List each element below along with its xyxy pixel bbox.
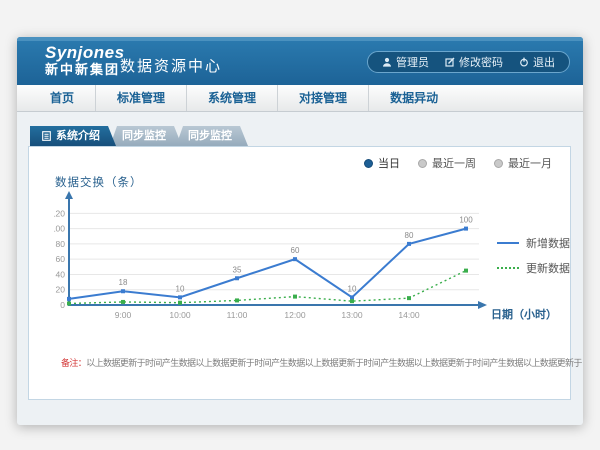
svg-text:80: 80 [56,239,66,249]
chart-legend: 新增数据 更新数据 [497,235,570,276]
nav-item-data-change[interactable]: 数据异动 [369,85,459,111]
svg-text:10: 10 [176,284,185,293]
legend-item-updated-data: 更新数据 [497,260,570,276]
svg-text:0: 0 [60,300,65,310]
date-range-selector: 当日 最近一周 最近一月 [364,155,552,171]
nav-item-home[interactable]: 首页 [29,85,96,111]
svg-text:60: 60 [56,254,66,264]
main-nav: 首页 标准管理 系统管理 对接管理 数据异动 [17,85,583,112]
svg-text:13:00: 13:00 [341,310,363,320]
nav-item-standard-management[interactable]: 标准管理 [96,85,187,111]
footnote-prefix: 备注： [61,358,86,368]
range-label: 当日 [378,155,400,171]
radio-icon [364,159,373,168]
svg-text:40: 40 [56,269,66,279]
header-top-strip [17,37,583,41]
line-chart: 0 20 40 60 80 100 120 9:00 10:00 11:00 12:00 13:00 1… [54,189,504,329]
legend-label: 更新数据 [526,260,570,276]
tab-system-intro[interactable]: 系统介绍 [30,126,116,146]
app-window: Synjones 新中新集团 数据资源中心 管理员 修改密码 [17,37,583,425]
user-menu: 管理员 修改密码 退出 [367,51,570,73]
footnote: 备注：以上数据更新于时间产生数据以上数据更新于时间产生数据以上数据更新于时间产生… [61,356,561,369]
svg-text:100: 100 [459,216,473,225]
svg-text:80: 80 [405,231,414,240]
tab-label: 系统介绍 [56,126,100,146]
company-logo: Synjones 新中新集团 [45,44,125,77]
svg-text:10: 10 [348,284,357,293]
edit-icon [445,57,455,67]
svg-text:9:00: 9:00 [115,310,132,320]
tab-sync-monitor-2[interactable]: 同步监控 [176,126,248,146]
svg-text:20: 20 [56,285,66,295]
current-user-button[interactable]: 管理员 [382,54,429,70]
change-password-label: 修改密码 [459,54,503,70]
logo-company-name: 新中新集团 [45,63,125,77]
svg-text:120: 120 [54,208,65,218]
svg-text:35: 35 [233,265,242,274]
range-label: 最近一周 [432,155,476,171]
svg-text:11:00: 11:00 [227,310,248,320]
legend-line-sample [497,267,519,269]
nav-item-system-management[interactable]: 系统管理 [187,85,278,111]
range-radio-today[interactable]: 当日 [364,155,400,171]
legend-item-new-data: 新增数据 [497,235,570,251]
y-axis-title: 数据交换（条） [55,174,143,190]
change-password-button[interactable]: 修改密码 [445,54,503,70]
power-icon [519,57,529,67]
svg-text:14:00: 14:00 [398,310,420,320]
logout-label: 退出 [533,54,555,70]
user-icon [382,57,392,67]
tab-label: 同步监控 [122,130,166,142]
header: Synjones 新中新集团 数据资源中心 管理员 修改密码 [17,37,583,85]
x-axis-title: 日期（小时） [491,306,557,322]
tab-sync-monitor-1[interactable]: 同步监控 [110,126,182,146]
logo-wordmark: Synjones [45,44,125,63]
range-label: 最近一月 [508,155,552,171]
current-user-label: 管理员 [396,54,429,70]
range-radio-last-month[interactable]: 最近一月 [494,155,552,171]
tab-bar: 系统介绍 同步监控 同步监控 [30,126,242,146]
svg-text:60: 60 [291,246,300,255]
range-radio-last-week[interactable]: 最近一周 [418,155,476,171]
page-title: 数据资源中心 [120,55,222,76]
nav-item-integration-management[interactable]: 对接管理 [278,85,369,111]
chart-panel: 当日 最近一周 最近一月 数据交换（条） 0 20 40 60 80 100 120 9:00… [28,146,571,400]
legend-line-sample [497,242,519,244]
radio-icon [494,159,503,168]
logout-button[interactable]: 退出 [519,54,555,70]
legend-label: 新增数据 [526,235,570,251]
footnote-text: 以上数据更新于时间产生数据以上数据更新于时间产生数据以上数据更新于时间产生数据以… [86,358,582,368]
radio-icon [418,159,427,168]
svg-text:100: 100 [54,224,65,234]
svg-text:12:00: 12:00 [284,310,306,320]
tab-label: 同步监控 [188,130,232,142]
document-icon [42,131,51,141]
svg-text:18: 18 [119,278,128,287]
svg-text:10:00: 10:00 [169,310,191,320]
